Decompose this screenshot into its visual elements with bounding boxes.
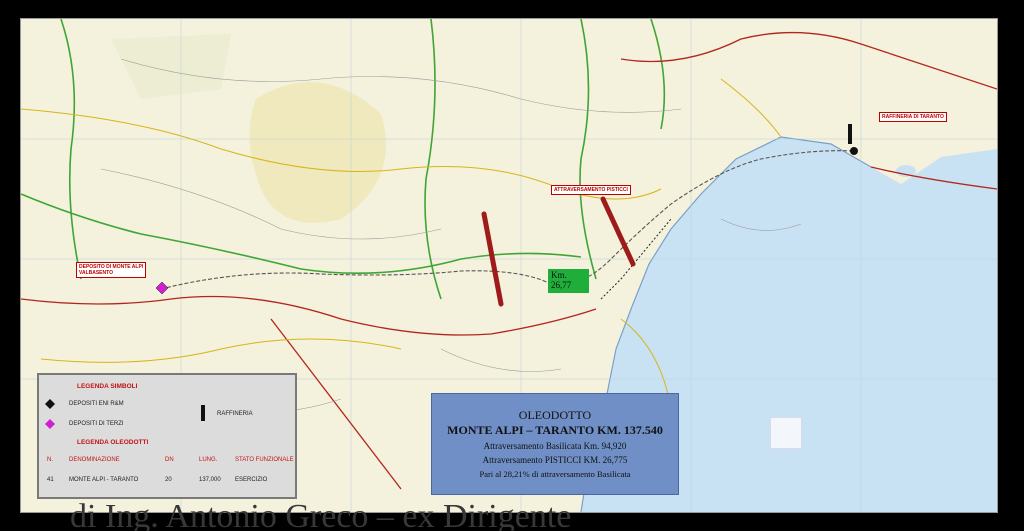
legend-panel: LEGENDA SIMBOLI DEPOSITI ENI R&M DEPOSIT… [37, 373, 297, 499]
pisticci-label-text: ATTRAVERSAMENTO PISTICCI [554, 187, 628, 193]
pipeline-info-box: OLEODOTTO MONTE ALPI – TARANTO KM. 137.5… [431, 393, 679, 495]
third-party-deposit-icon [45, 419, 55, 429]
info-title: OLEODOTTO [518, 408, 592, 422]
legend-refinery-label: RAFFINERIA [217, 411, 253, 417]
legend-oleodotti-title: LEGENDA OLEODOTTI [77, 439, 149, 446]
legend-terzi-label: DEPOSITI DI TERZI [69, 421, 124, 427]
legend-col-status: STATO FUNZIONALE [235, 457, 294, 463]
taranto-label-text: RAFFINERIA DI TARANTO [882, 114, 944, 120]
caption-strip: di Ing. Antonio Greco – ex Dirigente [70, 500, 970, 531]
legend-eni-label: DEPOSITI ENI R&M [69, 401, 124, 407]
legend-row-status: ESERCIZIO [235, 477, 268, 483]
legend-row-length: 137,000 [199, 477, 221, 483]
legend-col-length: LUNG. [199, 457, 218, 463]
km-marker-value: 26,77 [551, 280, 572, 290]
pisticci-label: ATTRAVERSAMENTO PISTICCI [551, 185, 631, 195]
legend-row-dn: 20 [165, 477, 172, 483]
info-subtitle: MONTE ALPI – TARANTO KM. 137.540 [447, 423, 663, 437]
eni-deposit-icon [45, 399, 55, 409]
slide: DEPOSITO DI MONTE ALPI VALBASENTO ATTRAV… [0, 0, 1024, 531]
info-line-1: Attraversamento Basilicata Km. 94,920 [483, 441, 627, 451]
author-caption: di Ing. Antonio Greco – ex Dirigente [70, 500, 572, 531]
taranto-label: RAFFINERIA DI TARANTO [879, 112, 947, 122]
info-line-2: Attraversamento PISTICCI KM. 26,775 [482, 455, 628, 465]
legend-col-name: DENOMINAZIONE [69, 457, 120, 463]
legend-col-dn: DN [165, 457, 174, 463]
map-frame: DEPOSITO DI MONTE ALPI VALBASENTO ATTRAV… [20, 18, 998, 513]
info-line-3: Pari al 28,21% di attraversamento Basili… [479, 469, 631, 479]
km-marker-unit: Km. [551, 270, 567, 280]
refinery-icon [201, 405, 205, 421]
legend-col-n: N. [47, 457, 53, 463]
km-marker: Km. 26,77 [548, 269, 589, 293]
deposit-label-subtext: VALBASENTO [79, 270, 113, 276]
legend-symbols-title: LEGENDA SIMBOLI [77, 383, 138, 390]
deposit-label: DEPOSITO DI MONTE ALPI VALBASENTO [76, 262, 147, 278]
legend-row-n: 41 [47, 477, 54, 483]
legend-row-name: MONTE ALPI - TARANTO [69, 477, 139, 483]
blank-box [770, 417, 802, 449]
